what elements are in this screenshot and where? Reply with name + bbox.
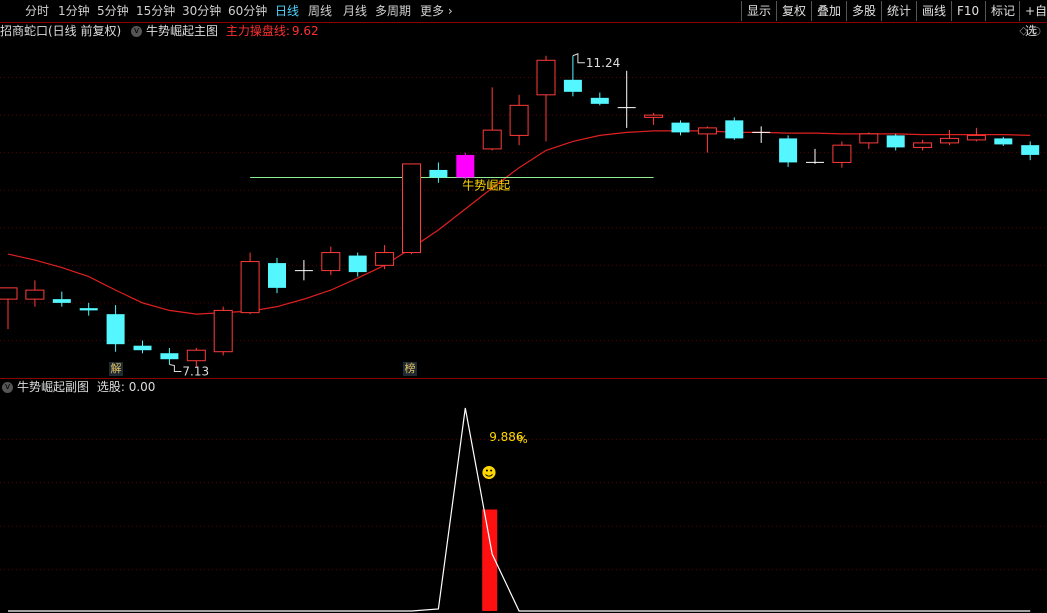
select-value: 选股: 0.00 [96, 380, 156, 394]
toolbar-button[interactable]: 画线 [916, 1, 951, 21]
candle-body [725, 120, 744, 139]
toolbar-button[interactable]: 显示 [741, 1, 776, 21]
candle-body [966, 134, 986, 141]
candle-body [697, 127, 717, 135]
high-label: 11.24 [586, 56, 620, 70]
candle-body [509, 104, 529, 136]
panel-icons[interactable]: ◇ ○ [1019, 24, 1041, 37]
candle-body [0, 287, 18, 300]
chevron-down-icon[interactable]: v [131, 26, 143, 37]
sub-indicator-name[interactable]: 牛势崛起副图 [17, 380, 89, 394]
sub-info-bar: v 牛势崛起副图 选股: 0.00 [0, 378, 159, 396]
candle-body [832, 144, 852, 163]
marker-right: 榜 [403, 362, 417, 376]
marker-left: 解 [109, 362, 123, 376]
candle-body [321, 252, 341, 272]
period-toolbar: 分时 1分钟 5分钟 15分钟 30分钟 60分钟 日线 周线 月线 多周期 更多 › 显示 复权 叠加… [0, 0, 1047, 38]
period-tab[interactable]: 多周期 [375, 2, 411, 20]
candle-body [79, 308, 98, 311]
candle-body [779, 138, 798, 163]
main-candlestick-chart[interactable]: 11.24 7.13 牛势崛起 [0, 40, 1047, 378]
chevron-down-icon[interactable]: v [2, 382, 13, 393]
candle-body [671, 122, 690, 133]
candle-body [268, 263, 286, 288]
toolbar-button[interactable]: 统计 [881, 1, 916, 21]
period-tab[interactable]: 月线 [343, 2, 367, 20]
candle-body [886, 135, 905, 148]
toolbar-button[interactable]: 叠加 [811, 1, 846, 21]
main-info-bar: 招商蛇口(日线 前复权) v 牛势崛起主图 主力操盘线: 9.62 [0, 22, 323, 40]
period-tab[interactable]: 15分钟 [136, 2, 175, 20]
period-tab[interactable]: 30分钟 [182, 2, 221, 20]
candle-body [429, 169, 448, 178]
settings-icon[interactable]: ○ [1031, 24, 1041, 37]
candle-body [563, 79, 582, 92]
candle-body [186, 349, 206, 362]
period-tab[interactable]: 5分钟 [97, 2, 129, 20]
candle-body [375, 252, 395, 266]
period-tab[interactable]: 更多 › [420, 2, 453, 20]
candle-body [133, 345, 152, 351]
main-indicator-name[interactable]: 牛势崛起主图 [146, 24, 218, 38]
candle-body [348, 255, 367, 273]
period-tab[interactable]: 分时 [25, 2, 49, 20]
ma-line [7, 130, 1031, 315]
candle-body [536, 59, 556, 96]
period-tab[interactable]: 60分钟 [228, 2, 267, 20]
toolbar-button[interactable]: 多股 [846, 1, 881, 21]
low-pointer [169, 363, 182, 372]
candle-body [994, 138, 1013, 145]
toolbar-button[interactable]: 复权 [776, 1, 811, 21]
candle-body [160, 353, 179, 360]
signal-text: 牛势崛起 [462, 177, 510, 192]
candle-body [106, 314, 125, 345]
period-tab[interactable]: 1分钟 [58, 2, 90, 20]
ma-line-label: 主力操盘线: [225, 24, 290, 38]
toolbar-button[interactable]: F10 [951, 1, 984, 21]
candle-body [940, 137, 959, 144]
diamond-icon[interactable]: ◇ [1019, 24, 1027, 37]
candle-body [25, 289, 45, 300]
pct-suffix: % [517, 433, 527, 446]
stock-title[interactable]: 招商蛇口(日线 前复权) [0, 24, 121, 38]
ma-line-value: 9.62 [291, 24, 319, 38]
candle-body [402, 163, 421, 254]
toolbar-button[interactable]: 标记 [985, 1, 1020, 21]
high-pointer [572, 53, 585, 64]
period-tab[interactable]: 周线 [308, 2, 332, 20]
candle-body [52, 299, 71, 303]
candle-body [859, 133, 879, 144]
toolbar-button[interactable]: +自选 [1019, 1, 1047, 38]
candle-body [482, 129, 502, 150]
sub-indicator-chart[interactable]: 9.886%☻ [0, 396, 1047, 613]
smiley-icon: ☻ [481, 464, 497, 482]
low-label: 7.13 [182, 364, 209, 378]
candle-body [913, 142, 933, 148]
period-tab[interactable]: 日线 [275, 2, 299, 20]
candle-body [456, 154, 475, 178]
candle-body [240, 261, 260, 314]
candle-body [1021, 145, 1040, 155]
candle-body [213, 309, 233, 353]
candle-body [644, 114, 664, 118]
candle-body [590, 97, 609, 104]
